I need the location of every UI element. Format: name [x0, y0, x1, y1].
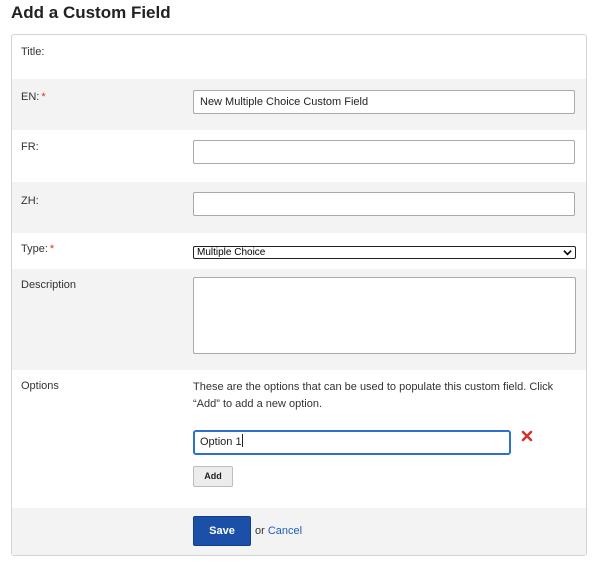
or-text: or — [255, 525, 265, 537]
custom-field-form: Title: EN: * New Multiple Choice Custom F… — [11, 34, 587, 556]
zh-row: ZH: — [12, 182, 586, 233]
options-row: Options These are the options that can b… — [12, 370, 586, 508]
required-marker: * — [41, 91, 46, 103]
title-row: Title: — [12, 35, 586, 79]
description-textarea[interactable] — [193, 277, 576, 354]
type-label: Type: * — [21, 243, 55, 255]
option-input[interactable]: Option 1 — [193, 430, 511, 455]
zh-label: ZH: — [21, 195, 39, 207]
type-select-value: Multiple Choice — [197, 247, 266, 258]
cancel-link[interactable]: Cancel — [268, 525, 302, 537]
zh-title-input[interactable] — [193, 192, 575, 216]
en-label: EN: * — [21, 91, 46, 103]
options-help-text: These are the options that can be used t… — [193, 381, 554, 410]
en-title-input[interactable]: New Multiple Choice Custom Field — [193, 90, 575, 114]
fr-row: FR: — [12, 130, 586, 182]
description-row: Description — [12, 269, 586, 370]
type-select[interactable]: Multiple Choice — [193, 246, 576, 259]
type-row: Type: * Multiple Choice — [12, 233, 586, 269]
options-label: Options — [21, 380, 59, 392]
page-title: Add a Custom Field — [11, 3, 171, 22]
fr-label: FR: — [21, 141, 39, 153]
or-cancel: or Cancel — [255, 525, 302, 537]
chevron-down-icon — [563, 247, 572, 258]
remove-x-icon[interactable] — [521, 430, 535, 444]
required-marker: * — [49, 243, 55, 255]
en-row: EN: * New Multiple Choice Custom Field — [12, 79, 586, 130]
description-label: Description — [21, 279, 77, 291]
title-label: Title: — [21, 46, 45, 58]
add-option-button[interactable]: Add — [193, 466, 233, 487]
save-button[interactable]: Save — [193, 516, 251, 546]
fr-title-input[interactable] — [193, 140, 575, 164]
actions-row: Save or Cancel — [12, 508, 586, 555]
